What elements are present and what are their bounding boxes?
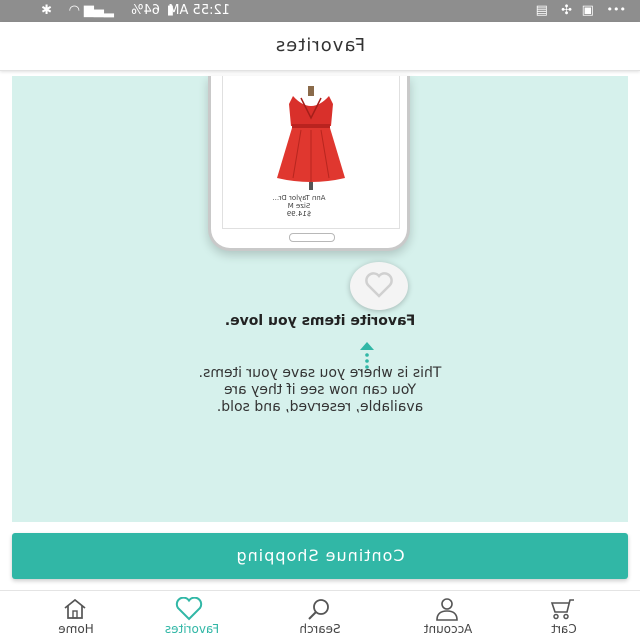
- bottom-nav: Cart Account Search Favorites Home: [0, 590, 640, 641]
- onboarding-body-line-3: available, reserved, and sold.: [216, 399, 424, 415]
- battery-percent: 64%: [131, 3, 160, 18]
- continue-shopping-button[interactable]: Continue Shopping: [12, 533, 628, 579]
- app-bar: Favorites: [0, 22, 640, 71]
- nav-item-account[interactable]: Account: [388, 591, 508, 641]
- user-icon: [436, 598, 458, 621]
- onboarding-headline: Favorite items you love.: [224, 313, 416, 329]
- nav-item-home[interactable]: Home: [16, 591, 136, 641]
- phone-illustration: Ann Taylor Dr... Size M $14.99: [208, 76, 410, 251]
- nav-label-favorites: Favorites: [164, 622, 220, 636]
- home-icon: [64, 598, 86, 619]
- nav-label-home: Home: [58, 622, 94, 636]
- heart-icon: [175, 597, 203, 621]
- status-bar: ••• ▣ ✣ ▤ 12:55 AM ▮ 64% ▂▄▆ ◠ ✱: [0, 0, 640, 22]
- page-title: Favorites: [274, 35, 366, 56]
- nav-label-account: Account: [423, 622, 473, 636]
- time: 12:55 AM: [168, 3, 230, 18]
- nav-item-favorites[interactable]: Favorites: [132, 591, 252, 641]
- product-size: Size M: [287, 202, 311, 210]
- nav-label-cart: Cart: [551, 622, 577, 636]
- favorite-heart-bubble: [350, 262, 408, 310]
- product-price: $14.99: [286, 210, 312, 218]
- search-icon: [308, 599, 329, 620]
- signal-icon: ▂▄▆: [84, 3, 114, 18]
- product-info: Ann Taylor Dr... Size M $14.99: [259, 194, 339, 218]
- nav-item-search[interactable]: Search: [260, 591, 380, 641]
- onboarding-body-line-2: You can now see if they are: [223, 382, 417, 398]
- onboarding-panel: Ann Taylor Dr... Size M $14.99 Favorite …: [12, 76, 628, 522]
- continue-shopping-label: Continue Shopping: [235, 546, 405, 565]
- dress-image: [277, 86, 345, 190]
- nav-item-cart[interactable]: Cart: [504, 591, 624, 641]
- phone-home-button: [289, 233, 335, 242]
- notification-icon: ▣: [581, 3, 594, 18]
- battery-icon: ▮: [166, 3, 174, 18]
- onboarding-body-line-1: This is where you save your items.: [198, 365, 442, 381]
- heart-outline-icon: [365, 272, 393, 298]
- bluetooth-icon: ✱: [41, 3, 52, 18]
- image-icon: ▤: [535, 3, 548, 18]
- more-dots-icon: •••: [606, 3, 626, 16]
- fan-icon: ✣: [561, 3, 572, 18]
- wifi-icon: ◠: [68, 3, 80, 18]
- cart-icon: [550, 599, 574, 620]
- phone-screen: Ann Taylor Dr... Size M $14.99: [222, 76, 400, 229]
- app-screen: ••• ▣ ✣ ▤ 12:55 AM ▮ 64% ▂▄▆ ◠ ✱ Favorit…: [0, 0, 640, 641]
- product-name: Ann Taylor Dr...: [272, 194, 326, 202]
- nav-label-search: Search: [299, 622, 341, 636]
